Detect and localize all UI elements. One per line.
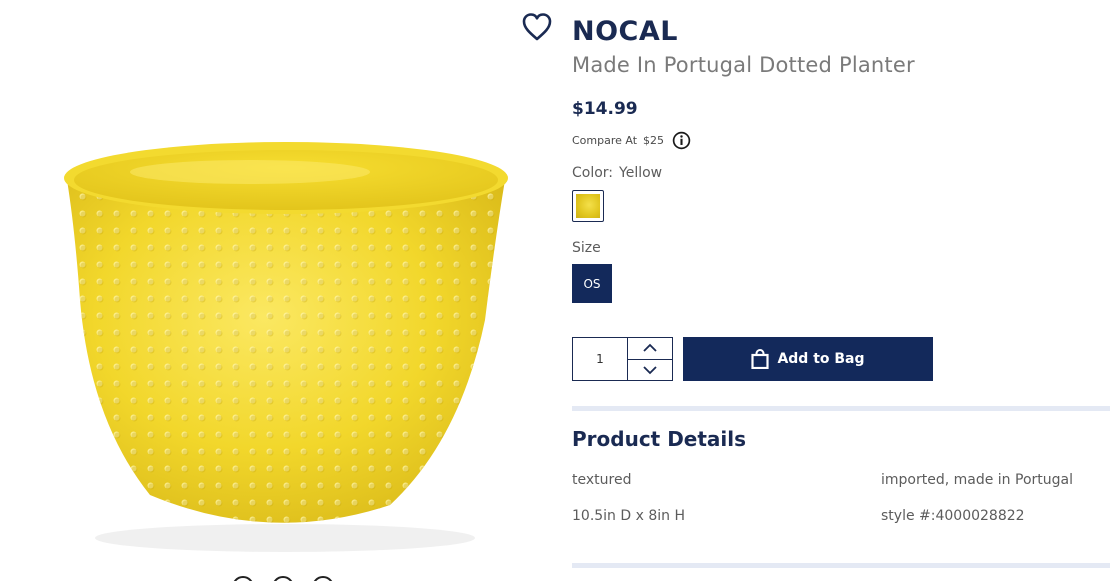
product-title: Made In Portugal Dotted Planter [572,53,915,77]
share-icons-row [232,576,334,581]
detail-item: style #:4000028822 [881,508,1025,524]
detail-item: textured [572,472,632,488]
quantity-arrows [628,338,672,380]
share-icon[interactable] [312,576,334,581]
compare-at-price: Compare At $25 [572,131,691,150]
wishlist-heart-button[interactable] [520,10,554,44]
section-divider [572,563,1110,568]
size-option-os[interactable]: OS [572,264,612,303]
share-icon[interactable] [232,576,254,581]
color-label: Color: [572,165,614,181]
product-image[interactable] [40,120,530,560]
heart-icon [522,13,552,41]
swatch-fill [576,194,600,218]
product-details-heading[interactable]: Product Details [572,427,746,451]
chevron-up-icon [643,343,657,352]
share-icon[interactable] [272,576,294,581]
compare-at-label: Compare At [572,134,638,147]
info-icon[interactable] [672,131,691,150]
size-label: Size [572,240,601,256]
color-value: Yellow [619,165,663,181]
quantity-increase-button[interactable] [628,338,672,359]
color-swatch-yellow[interactable] [572,190,604,222]
shopping-bag-icon [751,349,770,369]
chevron-down-icon [643,366,657,375]
add-to-bag-label: Add to Bag [777,351,865,367]
section-divider [572,406,1110,411]
product-price: $14.99 [572,99,638,119]
quantity-input[interactable]: 1 [573,338,628,380]
color-selector-label: Color: Yellow [572,165,662,181]
detail-item: 10.5in D x 8in H [572,508,685,524]
quantity-decrease-button[interactable] [628,358,672,381]
compare-at-value: $25 [643,134,665,147]
product-image-area [0,0,560,581]
brand-name[interactable]: NOCAL [572,16,678,47]
quantity-stepper[interactable]: 1 [572,337,673,381]
add-to-bag-button[interactable]: Add to Bag [683,337,933,381]
detail-item: imported, made in Portugal [881,472,1073,488]
product-info-panel: NOCAL Made In Portugal Dotted Planter $1… [572,0,1110,581]
